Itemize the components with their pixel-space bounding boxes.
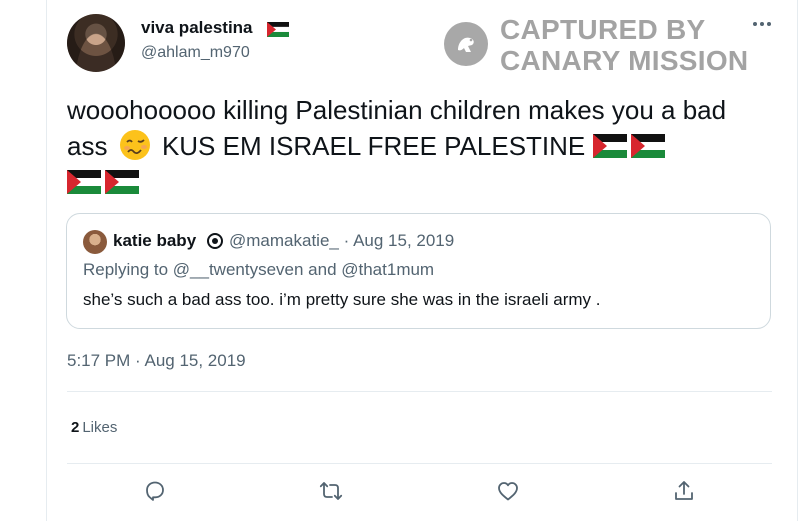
divider — [67, 463, 772, 464]
timeline-right-border — [797, 0, 798, 521]
quoted-date[interactable]: Aug 15, 2019 — [353, 231, 454, 250]
palestine-flag-icon — [630, 134, 665, 158]
quoted-author-handle[interactable]: @mamakatie_ — [229, 231, 339, 250]
palestine-flag-icon — [105, 170, 139, 194]
meta-separator: · — [343, 231, 350, 250]
quoted-body: she’s such a bad ass too. i’m pretty sur… — [83, 290, 601, 309]
author-handle[interactable]: @ahlam_m970 — [141, 44, 250, 62]
likes-count[interactable]: 2 Likes — [71, 419, 117, 436]
woozy-face-icon — [119, 130, 150, 160]
tweet-text: wooohooooo killing Palestinian children … — [67, 92, 767, 200]
quoted-replying-to: Replying to @__twentyseven and @that1mum — [83, 260, 435, 279]
reply-icon[interactable] — [143, 479, 167, 503]
tweet-timestamp[interactable]: 5:17 PM · Aug 15, 2019 — [67, 351, 246, 371]
share-icon[interactable] — [672, 479, 696, 503]
timeline-left-border — [46, 0, 47, 521]
quoted-meta: @mamakatie_ · Aug 15, 2019 — [229, 231, 454, 251]
retweet-icon[interactable] — [319, 479, 343, 503]
likes-label: Likes — [82, 419, 118, 436]
author-avatar[interactable] — [67, 14, 125, 72]
quoted-tweet-card[interactable]: katie baby @mamakatie_ · Aug 15, 2019 Re… — [66, 213, 771, 329]
more-horizontal-icon[interactable] — [750, 16, 774, 32]
watermark-line-2: CANARY MISSION — [500, 45, 749, 76]
heart-icon[interactable] — [496, 479, 520, 503]
palestine-flag-icon — [267, 22, 289, 37]
canary-logo — [444, 22, 488, 66]
watermark-line-1: CAPTURED BY — [500, 14, 706, 45]
tweet-text-part-2: KUS EM ISRAEL FREE PALESTINE — [161, 131, 586, 161]
canary-mission-watermark: CAPTURED BY CANARY MISSION — [444, 14, 748, 76]
flags-row — [67, 164, 767, 200]
quoted-author-display-name[interactable]: katie baby — [113, 231, 196, 251]
palestine-flag-icon — [67, 170, 101, 194]
badge-icon — [207, 233, 223, 249]
palestine-flag-icon — [592, 134, 627, 158]
author-display-name[interactable]: viva palestina — [141, 18, 253, 38]
divider — [67, 391, 772, 392]
quoted-author-avatar[interactable] — [83, 230, 107, 254]
likes-number: 2 — [71, 419, 80, 436]
